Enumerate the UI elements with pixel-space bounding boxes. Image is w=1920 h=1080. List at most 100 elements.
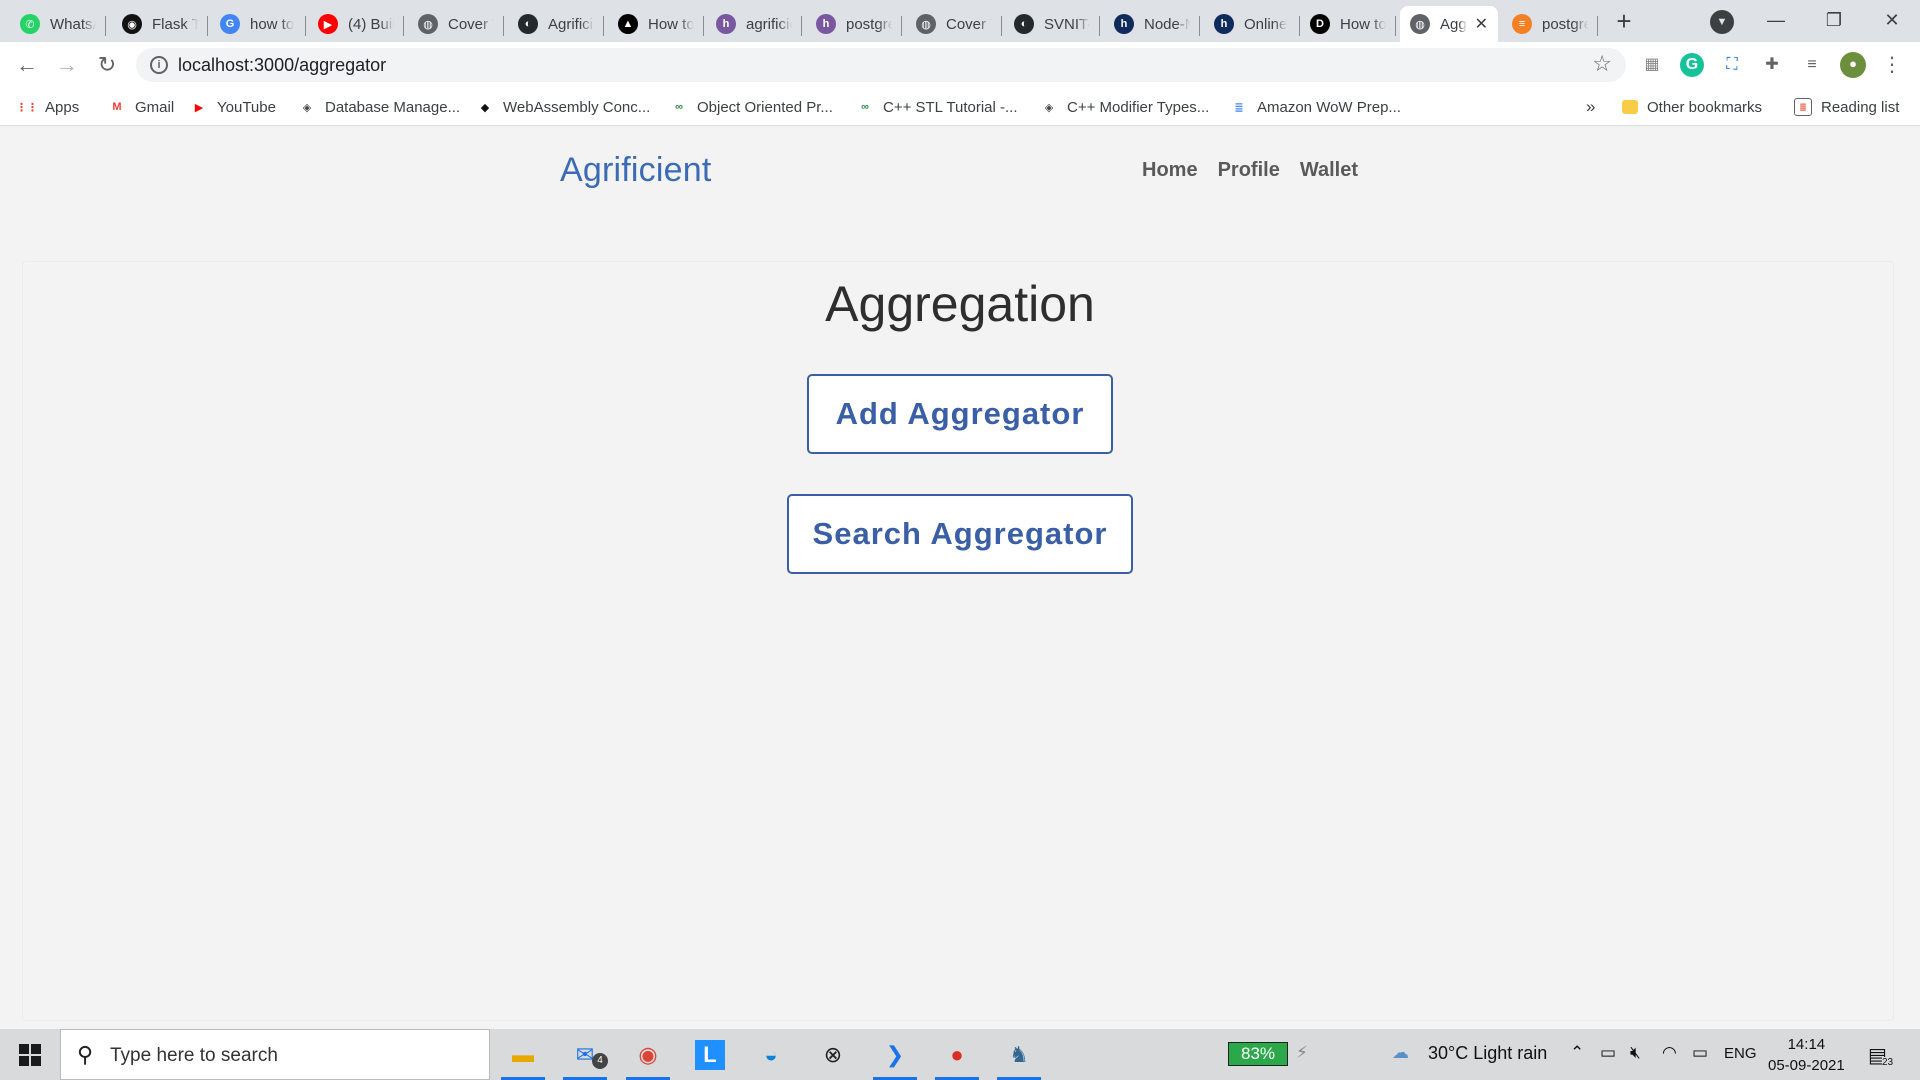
- gmail-icon: M: [112, 101, 122, 113]
- file-explorer-icon[interactable]: ▬: [498, 1029, 548, 1080]
- back-button[interactable]: ←: [12, 50, 42, 80]
- lernstick-icon[interactable]: L: [685, 1029, 735, 1080]
- battery-tray-icon[interactable]: ▭: [1692, 1043, 1708, 1063]
- browser-tab[interactable]: ◍ Cover T: [906, 6, 1002, 42]
- restore-button[interactable]: ❐: [1806, 0, 1862, 42]
- browser-tab[interactable]: ≡ postgres: [1502, 6, 1598, 42]
- bookmark-item[interactable]: ◆ WebAssembly Conc...: [476, 96, 651, 118]
- nav-profile-link[interactable]: Profile: [1218, 159, 1280, 182]
- web-page: Agrificient Home Profile Wallet Aggregat…: [0, 127, 1920, 1029]
- weather-cloud-icon[interactable]: ☁: [1392, 1043, 1409, 1063]
- tab-title: WhatsApp: [50, 15, 96, 33]
- chrome-taskbar-icon[interactable]: ◉: [623, 1029, 673, 1080]
- wifi-icon[interactable]: ◠: [1662, 1043, 1677, 1063]
- browser-tab[interactable]: ◍ Agg ✕: [1400, 6, 1498, 42]
- browser-tab[interactable]: ◍ Cover T: [408, 6, 504, 42]
- browser-tab[interactable]: h postgres: [806, 6, 902, 42]
- browser-tab[interactable]: ▲ How to: [608, 6, 704, 42]
- add-aggregator-button[interactable]: Add Aggregator: [807, 374, 1113, 454]
- address-bar[interactable]: i localhost:3000/aggregator ☆: [136, 48, 1626, 82]
- bookmark-label: Object Oriented Pr...: [697, 98, 833, 116]
- browser-tab[interactable]: ▶ (4) Build: [308, 6, 404, 42]
- forward-button[interactable]: →: [52, 50, 82, 80]
- brand-logo[interactable]: Agrificient: [560, 151, 711, 190]
- screenshot-extension-icon[interactable]: ⛶: [1720, 53, 1744, 77]
- whatsapp-icon: ✆: [20, 14, 40, 34]
- other-bookmarks[interactable]: Other bookmarks: [1622, 96, 1762, 118]
- bookmark-item[interactable]: M Gmail: [108, 96, 174, 118]
- chrome-menu-icon[interactable]: ⋮: [1880, 53, 1904, 77]
- system-clock[interactable]: 14:14 05-09-2021: [1768, 1034, 1845, 1076]
- recorder-icon[interactable]: ●: [932, 1029, 982, 1080]
- xbox-icon[interactable]: ⊗: [808, 1029, 858, 1080]
- url-text[interactable]: localhost:3000/aggregator: [178, 55, 386, 76]
- browser-tab[interactable]: Ghow to: [210, 6, 306, 42]
- nav-home-link[interactable]: Home: [1142, 159, 1198, 182]
- battery-indicator[interactable]: 83%: [1228, 1042, 1288, 1066]
- extension-puzzle-grid-icon[interactable]: ▦: [1640, 53, 1664, 77]
- bookmark-label: WebAssembly Conc...: [503, 98, 651, 116]
- browser-toolbar: ← → ↻ i localhost:3000/aggregator ☆ ▦ G …: [0, 42, 1920, 88]
- hashnode-icon: h: [1114, 14, 1134, 34]
- bookmark-label: Amazon WoW Prep...: [1257, 98, 1401, 116]
- vscode-icon[interactable]: ❯: [870, 1029, 920, 1080]
- show-hidden-icons-chevron-icon[interactable]: ⌃: [1570, 1043, 1584, 1063]
- language-indicator[interactable]: ENG: [1724, 1045, 1757, 1062]
- taskbar-search[interactable]: ⚲ Type here to search: [60, 1029, 490, 1080]
- browser-tab[interactable]: ✆ WhatsApp: [10, 6, 106, 42]
- tab-separator: [1099, 16, 1100, 36]
- browser-tab[interactable]: h Node-M: [1104, 6, 1200, 42]
- mail-icon[interactable]: ✉ 4: [560, 1029, 610, 1080]
- tab-search-button[interactable]: ▼: [1710, 10, 1734, 34]
- tab-title: how to: [250, 15, 295, 33]
- tab-title: Node-M: [1144, 15, 1190, 33]
- bookmark-star-icon[interactable]: ☆: [1592, 51, 1612, 77]
- bookmarks-overflow-button[interactable]: »: [1586, 96, 1595, 118]
- profile-avatar[interactable]: ●: [1840, 52, 1866, 78]
- browser-tab[interactable]: h Online: [1204, 6, 1300, 42]
- weather-text[interactable]: 30°C Light rain: [1428, 1043, 1547, 1064]
- site-info-icon[interactable]: i: [150, 56, 168, 74]
- minimize-button[interactable]: —: [1748, 0, 1804, 42]
- youtube-icon: ▶: [194, 101, 204, 114]
- vercel-icon: ▲: [618, 14, 638, 34]
- tab-separator: [1395, 16, 1396, 36]
- bookmark-item[interactable]: ∞ Object Oriented Pr...: [670, 96, 833, 118]
- bookmark-label: Gmail: [135, 98, 175, 116]
- bookmark-item[interactable]: ▶ YouTube: [190, 96, 276, 118]
- browser-tab[interactable]: ◐ Agrificient: [508, 6, 604, 42]
- browser-tab[interactable]: h agrificient: [706, 6, 802, 42]
- tab-title: Flask Tutorial: [152, 15, 198, 33]
- meet-now-icon[interactable]: ▭: [1600, 1043, 1616, 1063]
- notification-center-icon[interactable]: ▤ 23: [1868, 1043, 1894, 1068]
- bookmark-item[interactable]: ◈ Database Manage...: [298, 96, 460, 118]
- search-aggregator-button[interactable]: Search Aggregator: [787, 494, 1133, 574]
- grammarly-icon[interactable]: G: [1680, 53, 1704, 77]
- edge-icon[interactable]: ◒: [746, 1029, 796, 1080]
- postgres-elephant-icon[interactable]: ♞: [994, 1029, 1044, 1080]
- reload-button[interactable]: ↻: [92, 50, 122, 80]
- bookmark-item[interactable]: ≣ Amazon WoW Prep...: [1230, 96, 1401, 118]
- top-nav: Home Profile Wallet: [1142, 159, 1358, 182]
- windows-start-button[interactable]: [0, 1029, 60, 1080]
- bookmark-item[interactable]: ◈ C++ Modifier Types...: [1040, 96, 1210, 118]
- reading-list[interactable]: ≣ Reading list: [1794, 96, 1899, 118]
- browser-tab[interactable]: D How to: [1300, 6, 1396, 42]
- close-window-button[interactable]: ✕: [1864, 0, 1920, 42]
- nav-wallet-link[interactable]: Wallet: [1300, 159, 1358, 182]
- tab-separator: [305, 16, 306, 36]
- new-tab-button[interactable]: +: [1608, 6, 1640, 38]
- bookmark-item[interactable]: ⋮⋮ Apps: [16, 96, 79, 118]
- tab-title: Agrificient: [548, 15, 594, 33]
- media-queue-icon[interactable]: ≡: [1800, 53, 1824, 77]
- volume-muted-icon[interactable]: 🔇︎: [1630, 1043, 1641, 1063]
- tab-separator: [801, 16, 802, 36]
- browser-tab[interactable]: ◉ Flask Tutorial: [112, 6, 208, 42]
- bookmark-item[interactable]: ∞ C++ STL Tutorial -...: [856, 96, 1017, 118]
- tab-separator: [503, 16, 504, 36]
- tab-strip: ✆ WhatsApp ◉ Flask Tutorial Ghow to ▶ (4) Buil…: [0, 0, 1920, 42]
- windows-taskbar: ⚲ Type here to search ▬ ✉ 4 ◉ L ◒ ⊗ ❯ ● ♞…: [0, 1029, 1920, 1080]
- close-tab-icon[interactable]: ✕: [1475, 14, 1488, 34]
- extensions-icon[interactable]: ✚: [1760, 53, 1784, 77]
- browser-tab[interactable]: ◐ SVNIT-: [1004, 6, 1100, 42]
